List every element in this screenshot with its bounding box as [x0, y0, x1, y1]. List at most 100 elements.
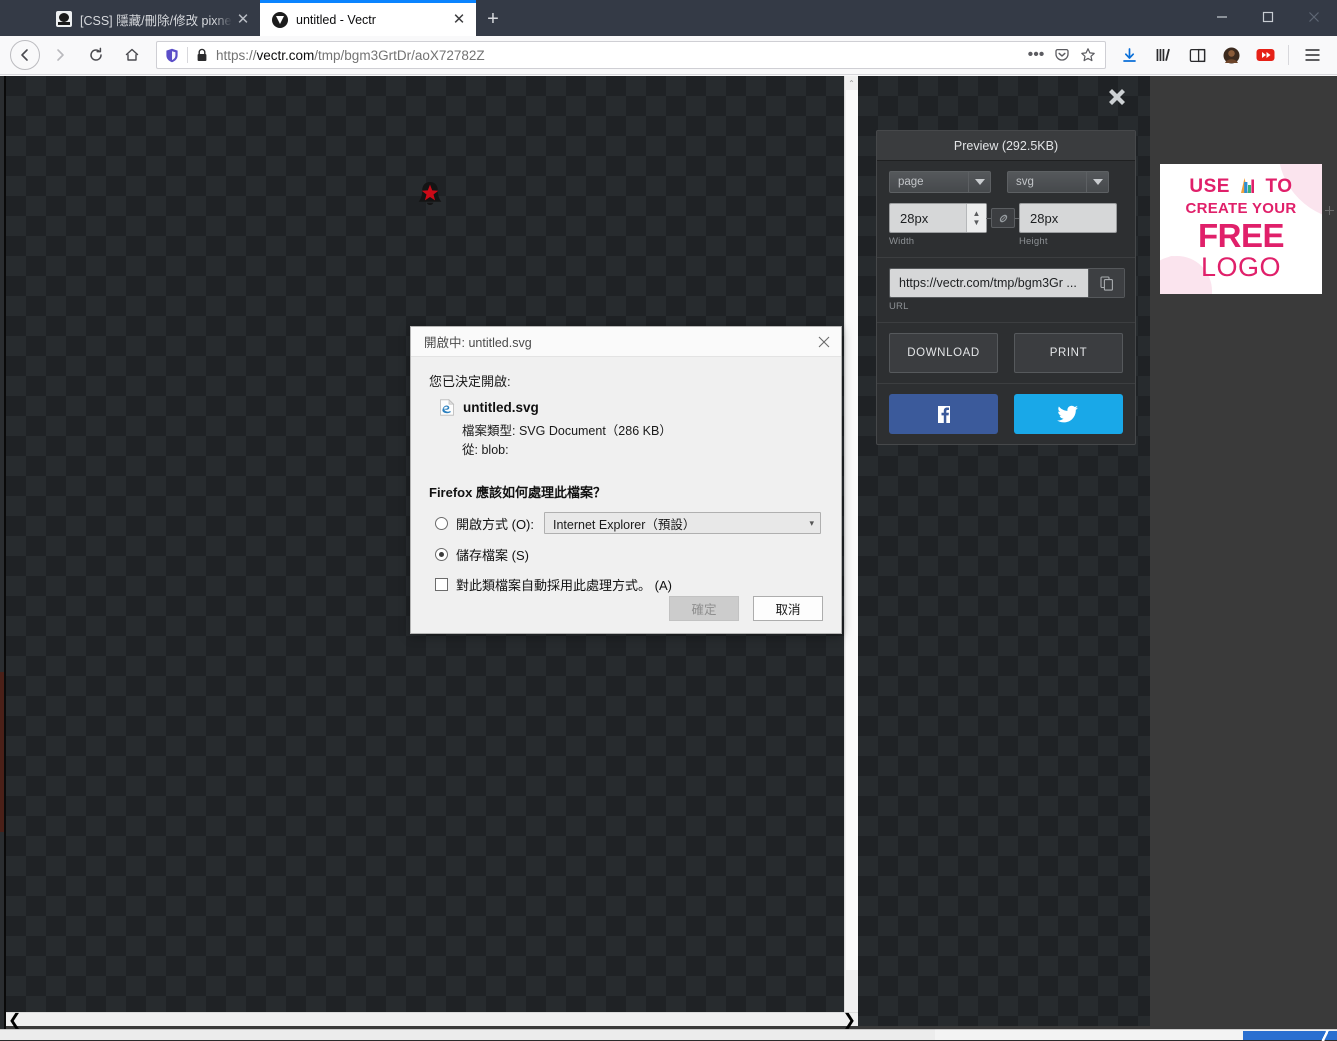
browser-tab-pixnet[interactable]: [CSS] 隱藏/刪除/修改 pixnet痞 ✕ [44, 2, 260, 36]
tab-close-icon[interactable]: ✕ [232, 8, 254, 30]
ie-svg-file-icon [439, 398, 455, 416]
chevron-down-icon[interactable]: ▾ [809, 518, 814, 529]
account-avatar[interactable] [1215, 40, 1247, 70]
dialog-remember-option[interactable]: 對此類檔案自動採用此處理方式。 (A) [435, 575, 823, 594]
minimize-icon [1217, 16, 1227, 18]
vertical-scroll-thumb[interactable] [846, 90, 858, 970]
bookmark-star-icon[interactable] [1075, 43, 1101, 67]
export-format-value: svg [1016, 176, 1034, 188]
export-close-button[interactable] [1100, 80, 1134, 114]
export-width-group: 28px ▲ ▼ Width [889, 203, 987, 247]
share-twitter-button[interactable] [1013, 394, 1123, 434]
url-scheme: https:// [216, 47, 257, 63]
home-icon [125, 48, 139, 61]
chevron-down-icon[interactable] [968, 172, 990, 192]
export-height-value: 28px [1030, 210, 1059, 226]
reload-button[interactable] [80, 40, 112, 70]
canvas-horizontal-scrollbar[interactable]: ❮ ❯ [6, 1012, 858, 1029]
dialog-footer: 確定 取消 [655, 596, 823, 621]
export-scope-select[interactable]: page [889, 171, 991, 193]
window-close-button[interactable] [1291, 0, 1337, 34]
link-aspect-ratio-icon[interactable] [986, 208, 1020, 228]
scroll-right-icon[interactable]: ❯ [843, 1010, 856, 1030]
export-height-input[interactable]: 28px [1019, 203, 1117, 233]
share-facebook-button[interactable] [889, 394, 999, 434]
downloads-icon[interactable] [1113, 40, 1145, 70]
copy-icon[interactable] [1088, 269, 1124, 297]
stepper-up-icon[interactable]: ▲ [973, 209, 981, 218]
dialog-file-type-label: 檔案類型: [462, 424, 516, 438]
remember-choice-checkbox[interactable] [435, 578, 448, 591]
scroll-up-icon[interactable]: ⌃ [845, 76, 858, 90]
width-stepper[interactable]: ▲ ▼ [966, 204, 986, 232]
export-size-row: 28px ▲ ▼ Width 28px Height [889, 203, 1123, 247]
export-width-input[interactable]: 28px ▲ ▼ [889, 203, 987, 233]
twitter-icon [1057, 405, 1079, 423]
open-with-radio[interactable] [435, 516, 448, 530]
chevron-down-icon[interactable] [1086, 172, 1108, 192]
export-scope-value: page [898, 176, 924, 188]
export-dimensions-section: page svg 28px ▲ ▼ Width 28px Height [877, 161, 1135, 258]
button-gap [998, 333, 1014, 373]
export-url-label: URL [889, 301, 909, 312]
export-height-label: Height [1019, 236, 1048, 247]
dialog-file-type-value: SVG Document（286 KB） [518, 424, 672, 438]
print-button[interactable]: PRINT [1013, 333, 1123, 373]
navigation-toolbar: https://vectr.com/tmp/bgm3GrtDr/aoX72782… [0, 36, 1337, 75]
dialog-cancel-button[interactable]: 取消 [753, 596, 823, 621]
close-icon [818, 336, 830, 347]
open-with-app-value: Internet Explorer（預設） [553, 517, 696, 532]
forward-button[interactable] [44, 40, 76, 70]
window-maximize-button[interactable] [1245, 0, 1291, 34]
open-with-app-select[interactable]: Internet Explorer（預設） ▾ [544, 512, 821, 534]
export-actions-section: DOWNLOAD PRINT [877, 323, 1135, 384]
shield-icon[interactable] [161, 48, 183, 63]
ad-banner-free-logo[interactable]: USE TO CREATE YOUR FREE LOGO [1160, 164, 1322, 294]
window-minimize-button[interactable] [1199, 0, 1245, 34]
toolbar-divider [1288, 45, 1289, 65]
bell-with-red-star-artwork[interactable] [414, 179, 446, 211]
dialog-open-with-option[interactable]: 開啟方式 (O): Internet Explorer（預設） ▾ [435, 512, 823, 534]
page-actions-icon[interactable]: ••• [1023, 43, 1049, 67]
app-menu-icon[interactable] [1296, 40, 1328, 70]
dialog-titlebar: 開啟中: untitled.svg [411, 327, 841, 357]
dialog-file-type-row: 檔案類型: SVG Document（286 KB） [462, 422, 823, 441]
remember-choice-label: 對此類檔案自動採用此處理方式。 (A) [456, 578, 672, 593]
dialog-file-from-value: blob: [481, 443, 509, 457]
os-taskbar-active-item[interactable] [1243, 1030, 1337, 1041]
social-button-row [889, 394, 1123, 434]
url-bar[interactable]: https://vectr.com/tmp/bgm3GrtDr/aoX72782… [156, 41, 1106, 69]
save-file-radio[interactable] [435, 548, 448, 561]
reload-icon [90, 47, 102, 61]
new-tab-button[interactable]: + [476, 2, 510, 36]
export-width-value: 28px [900, 210, 929, 226]
browser-tab-vectr[interactable]: untitled - Vectr ✕ [260, 0, 476, 36]
dialog-close-button[interactable] [807, 327, 841, 356]
tab-close-icon[interactable]: ✕ [448, 9, 470, 31]
social-gap [998, 394, 1014, 434]
library-icon[interactable] [1147, 40, 1179, 70]
dialog-file-meta: 檔案類型: SVG Document（286 KB） 從: blob: [462, 422, 823, 460]
ad-use-text: USE [1189, 176, 1230, 197]
canvas-vertical-scrollbar[interactable]: ⌃ [844, 76, 858, 1026]
save-file-label: 儲存檔案 (S) [456, 548, 529, 563]
export-format-select[interactable]: svg [1007, 171, 1109, 193]
padlock-icon[interactable] [192, 48, 212, 62]
download-button[interactable]: DOWNLOAD [889, 333, 999, 373]
dialog-save-file-option[interactable]: 儲存檔案 (S) [435, 545, 823, 564]
scroll-left-icon[interactable]: ❮ [8, 1010, 21, 1030]
window-controls [1199, 0, 1337, 34]
dialog-ok-button[interactable]: 確定 [669, 596, 739, 621]
export-panel-title: Preview (292.5KB) [877, 131, 1135, 161]
home-button[interactable] [116, 40, 148, 70]
export-url-input[interactable]: https://vectr.com/tmp/bgm3Gr ... [890, 269, 1088, 297]
stepper-down-icon[interactable]: ▼ [973, 218, 981, 227]
browser-window: [CSS] 隱藏/刪除/修改 pixnet痞 ✕ untitled - Vect… [0, 0, 1337, 1041]
url-text[interactable]: https://vectr.com/tmp/bgm3GrtDr/aoX72782… [212, 48, 1023, 63]
sidebar-icon[interactable] [1181, 40, 1213, 70]
pocket-icon[interactable] [1049, 43, 1075, 67]
tab-title: untitled - Vectr [296, 12, 376, 27]
export-url-section: https://vectr.com/tmp/bgm3Gr ... URL [877, 258, 1135, 323]
youtube-extension-icon[interactable] [1249, 40, 1281, 70]
back-button[interactable] [10, 40, 40, 70]
